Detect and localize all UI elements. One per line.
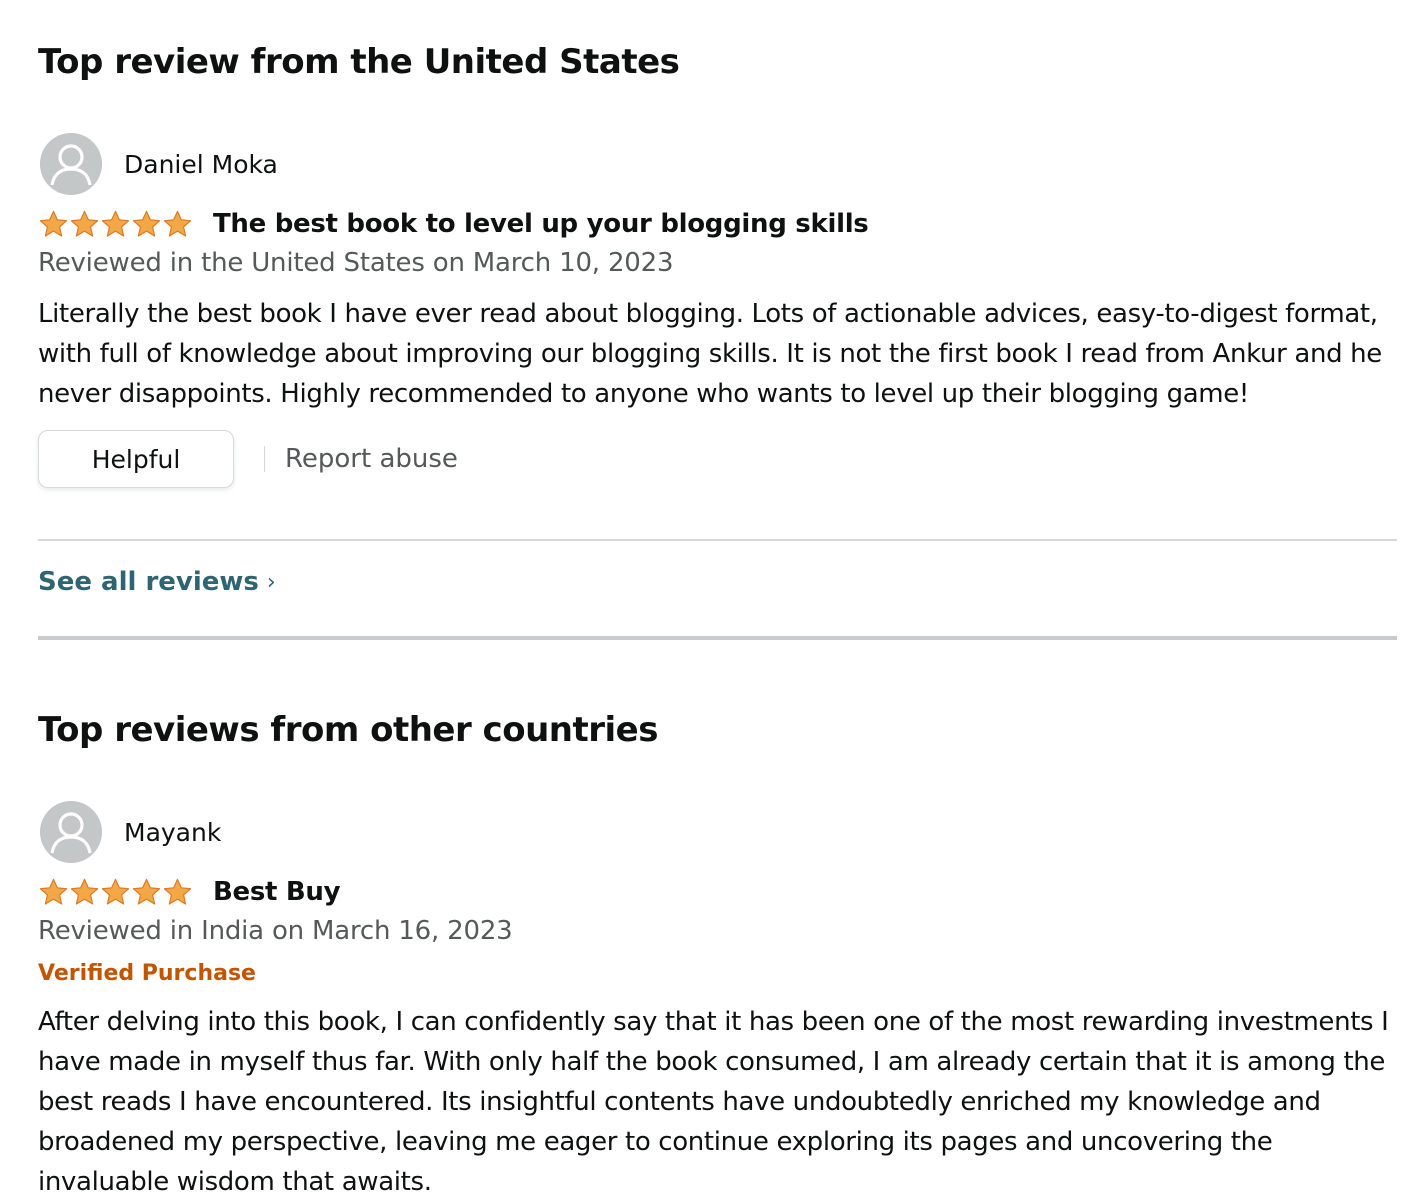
review-title[interactable]: Best Buy (213, 877, 341, 907)
review-title[interactable]: The best book to level up your blogging … (213, 209, 869, 239)
helpful-button[interactable]: Helpful (38, 430, 234, 488)
star-rating[interactable] (38, 207, 193, 241)
star-icon (163, 878, 192, 905)
reviewer-profile-us[interactable]: Daniel Moka (40, 133, 278, 195)
star-icon (70, 878, 99, 905)
star-icon (70, 210, 99, 237)
action-separator (264, 446, 265, 472)
see-all-reviews-link[interactable]: See all reviews › (38, 567, 276, 597)
divider (38, 539, 1397, 541)
avatar-icon (40, 801, 102, 863)
report-abuse-link[interactable]: Report abuse (285, 444, 458, 474)
rating-row-us: The best book to level up your blogging … (38, 207, 869, 241)
us-section-title: Top review from the United States (38, 42, 680, 82)
chevron-right-icon: › (266, 569, 276, 595)
review-meta: Reviewed in India on March 16, 2023 (38, 916, 513, 946)
review-body: Literally the best book I have ever read… (38, 299, 1382, 409)
section-divider (38, 636, 1397, 640)
rating-row-other: Best Buy (38, 875, 341, 909)
star-icon (132, 210, 161, 237)
star-icon (101, 878, 130, 905)
star-icon (132, 878, 161, 905)
reviewer-profile-other[interactable]: Mayank (40, 801, 221, 863)
see-all-label: See all reviews (38, 567, 259, 597)
star-icon (163, 210, 192, 237)
verified-purchase-badge: Verified Purchase (38, 961, 256, 986)
star-rating[interactable] (38, 875, 193, 909)
star-icon (101, 210, 130, 237)
avatar-icon (40, 133, 102, 195)
star-icon (39, 210, 68, 237)
star-icon (39, 878, 68, 905)
reviewer-name: Daniel Moka (124, 149, 278, 179)
review-actions: Helpful Report abuse (38, 430, 458, 488)
reviewer-name: Mayank (124, 817, 222, 847)
review-meta: Reviewed in the United States on March 1… (38, 248, 674, 278)
review-body: After delving into this book, I can conf… (38, 1007, 1389, 1197)
other-section-title: Top reviews from other countries (38, 710, 658, 750)
